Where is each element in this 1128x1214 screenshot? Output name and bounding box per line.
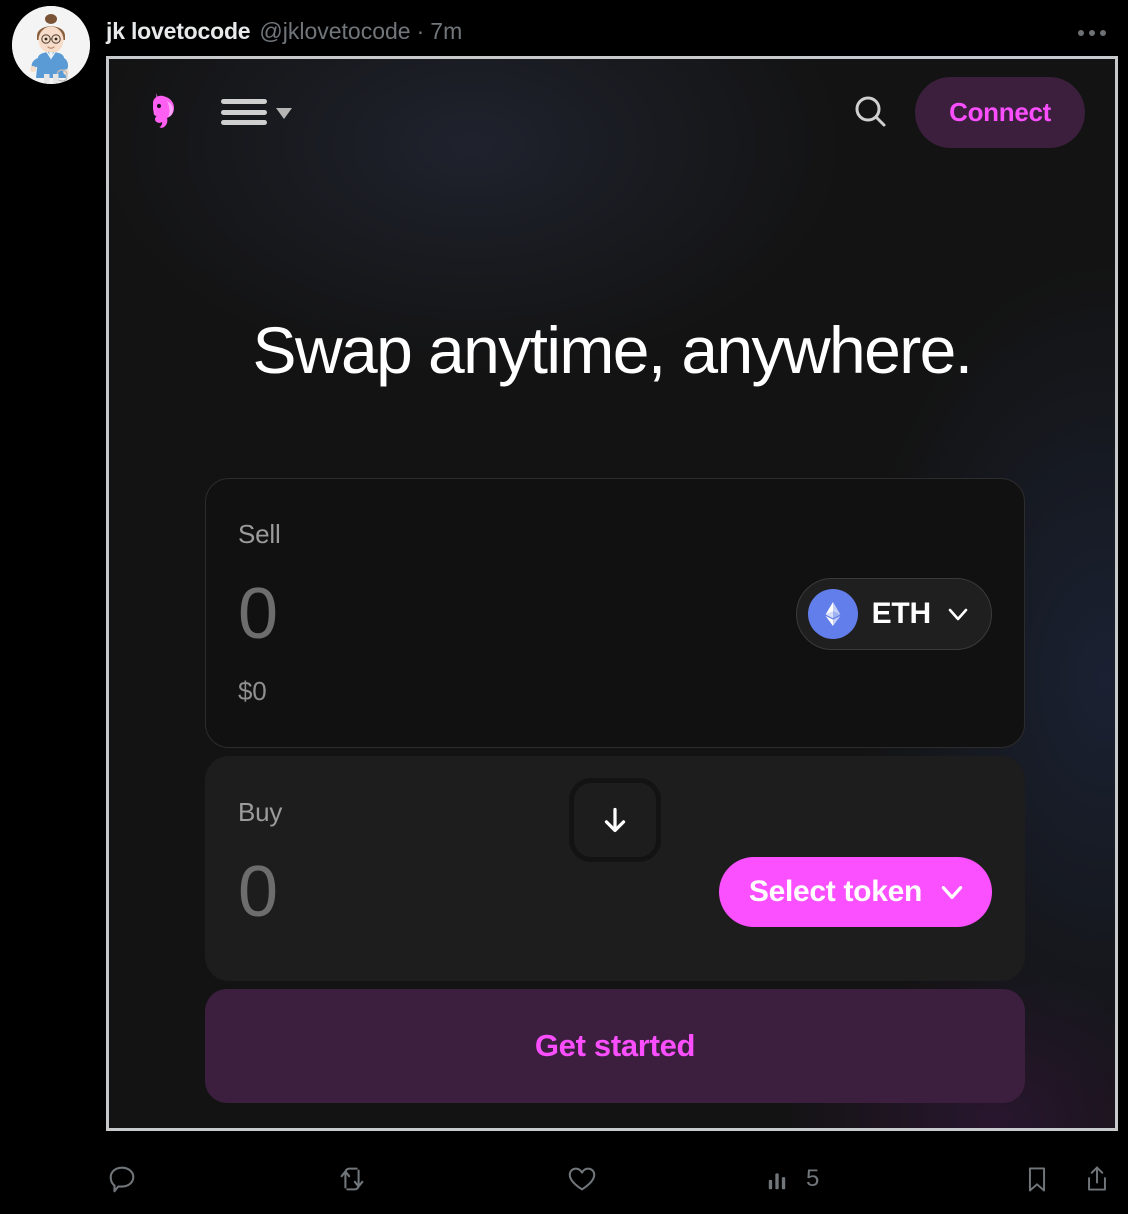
- search-icon[interactable]: [847, 89, 893, 135]
- author-handle[interactable]: @jklovetocode: [259, 18, 410, 45]
- ethereum-logo: [807, 589, 858, 639]
- tweet-author-row: jk lovetocode @jklovetocode · 7m: [106, 18, 462, 45]
- dot-3: [1100, 30, 1106, 36]
- author-display-name[interactable]: jk lovetocode: [106, 18, 251, 45]
- connect-wallet-button[interactable]: Connect: [915, 76, 1085, 148]
- retweet-button[interactable]: [336, 1163, 566, 1195]
- tweet-timestamp[interactable]: 7m: [430, 18, 462, 45]
- like-button[interactable]: [566, 1163, 766, 1195]
- sell-row: 0 ETH: [238, 578, 992, 650]
- select-token-button[interactable]: Select token: [718, 857, 992, 927]
- retweet-icon: [340, 1167, 364, 1191]
- views-icon: [768, 1173, 786, 1190]
- buy-amount-input[interactable]: 0: [238, 856, 278, 928]
- unicorn-glyph: [153, 93, 174, 128]
- hamburger-bar-2: [221, 109, 267, 115]
- eth-diamond-glyph: [825, 602, 840, 626]
- search-glyph: [855, 96, 886, 127]
- arrow-down-glyph: [604, 807, 626, 833]
- navbar-right: Connect: [847, 76, 1085, 148]
- swap-widget: Sell 0 ETH $0 Buy 0 Select token Get sta…: [205, 478, 1025, 1103]
- bookmark-icon: [1028, 1167, 1046, 1192]
- arrow-down-icon[interactable]: [569, 778, 661, 862]
- chevron-down-icon: [941, 886, 963, 899]
- tweet-container: jk lovetocode @jklovetocode · 7m Connect…: [0, 0, 1128, 1214]
- app-viewport: Connect Swap anytime, anywhere. Sell 0 E…: [109, 59, 1115, 1128]
- app-navbar: Connect: [109, 59, 1115, 165]
- separator-dot: ·: [416, 18, 425, 44]
- dot-1: [1078, 30, 1084, 36]
- reply-button[interactable]: [106, 1163, 336, 1195]
- select-token-label: Select token: [748, 875, 922, 908]
- get-started-button[interactable]: Get started: [205, 989, 1025, 1103]
- action-bar-right: [1022, 1164, 1112, 1194]
- sell-token-selector[interactable]: ETH: [795, 578, 992, 650]
- uniswap-unicorn-logo[interactable]: [141, 89, 185, 135]
- sell-panel: Sell 0 ETH $0: [205, 478, 1025, 748]
- views-button[interactable]: 5: [766, 1165, 956, 1193]
- hamburger-bar-1: [221, 99, 267, 104]
- like-icon: [568, 1167, 596, 1191]
- reply-icon: [109, 1166, 135, 1193]
- sell-token-symbol: ETH: [871, 597, 932, 630]
- nav-menu-toggle[interactable]: [221, 99, 292, 125]
- buy-row: 0 Select token: [238, 856, 992, 928]
- bookmark-button[interactable]: [1022, 1164, 1052, 1194]
- hamburger-menu-icon: [221, 99, 267, 125]
- tweet-header: jk lovetocode @jklovetocode · 7m: [0, 0, 1128, 84]
- sell-amount-input[interactable]: 0: [238, 578, 278, 650]
- views-count: 5: [806, 1165, 820, 1192]
- hamburger-bar-3: [221, 120, 267, 125]
- sell-fiat-value: $0: [238, 676, 267, 706]
- chevron-down-icon: [948, 608, 968, 621]
- avatar[interactable]: [12, 6, 90, 84]
- sell-label: Sell: [238, 519, 281, 549]
- page-title: Swap anytime, anywhere.: [252, 313, 974, 387]
- more-options-icon[interactable]: [1070, 16, 1114, 50]
- tweet-action-bar: 5: [106, 1148, 1112, 1210]
- share-icon: [1088, 1166, 1106, 1191]
- chevron-down-icon: [276, 108, 292, 119]
- embedded-app-card[interactable]: Connect Swap anytime, anywhere. Sell 0 E…: [106, 56, 1118, 1131]
- share-button[interactable]: [1082, 1164, 1112, 1194]
- dot-2: [1089, 30, 1095, 36]
- avatar-illustration: [12, 6, 90, 84]
